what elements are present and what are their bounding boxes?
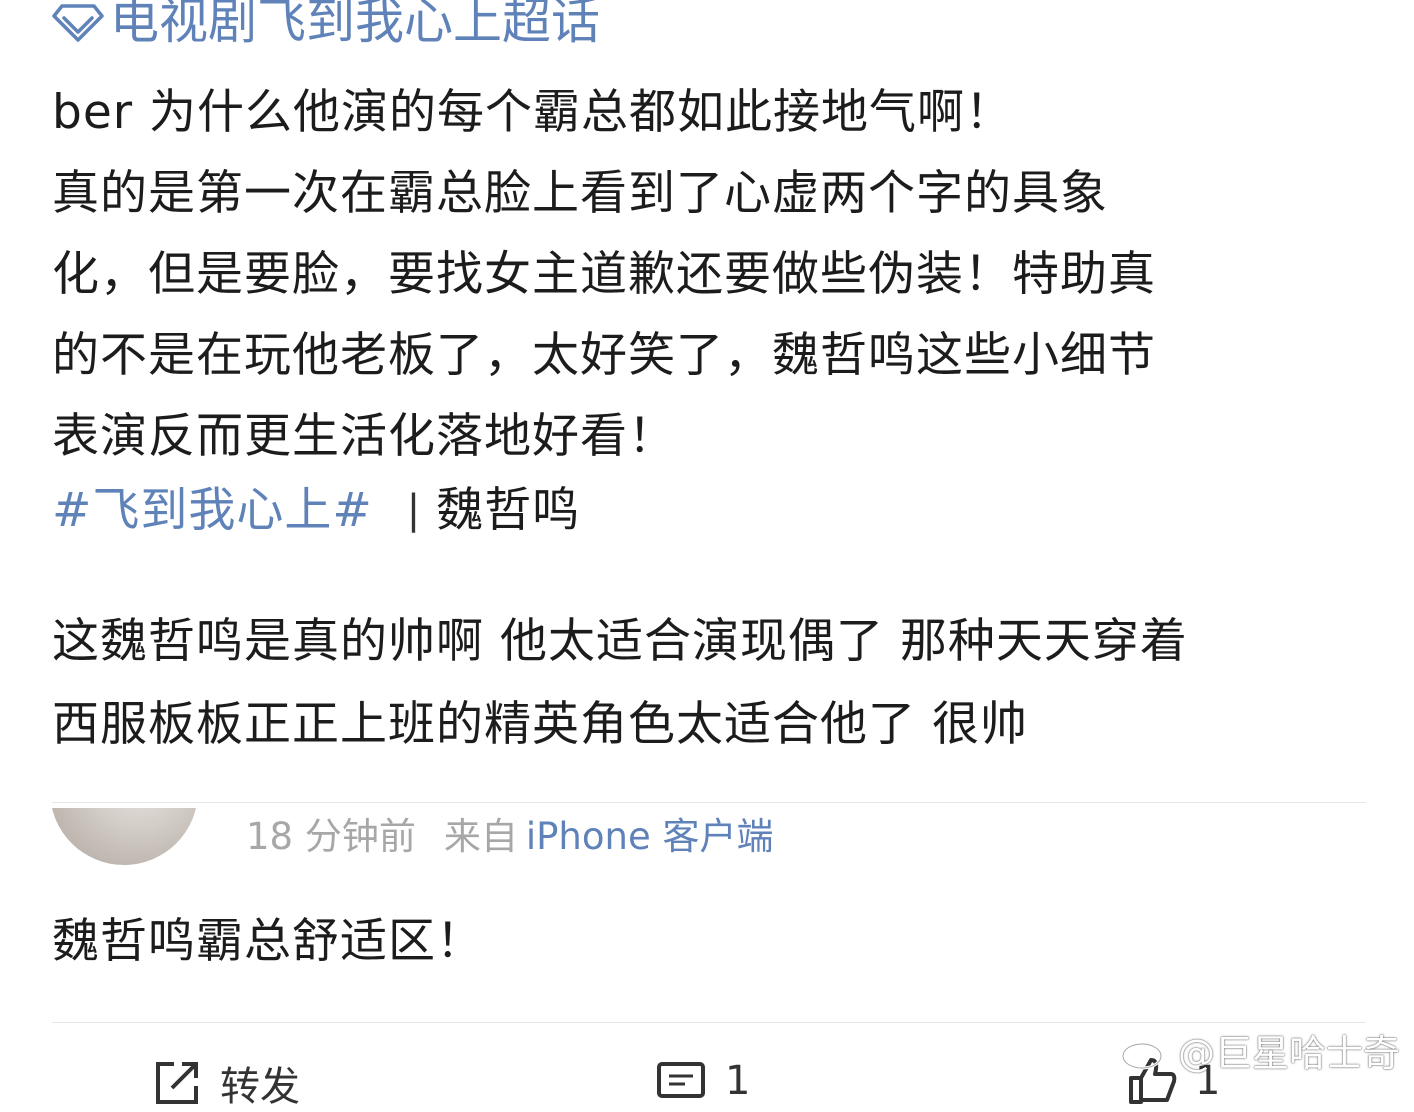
avatar-mask (40, 745, 210, 808)
comment-body: 这魏哲鸣是真的帅啊 他太适合演现偶了 那种天天穿着 西服板板正正上班的精英角色太… (52, 600, 1392, 766)
supertopic-link[interactable]: 电视剧飞到我心上超话 (52, 0, 600, 52)
comment-line: 这魏哲鸣是真的帅啊 他太适合演现偶了 那种天天穿着 (52, 614, 1188, 669)
post-body: ber 为什么他演的每个霸总都如此接地气啊！ 真的是第一次在霸总脸上看到了心虚两… (52, 72, 1382, 477)
post-time: 18 分钟前 (246, 815, 416, 858)
post-tags: #飞到我心上# | 魏哲鸣 (52, 470, 580, 551)
post-line: 表演反而更生活化落地好看！ (52, 409, 676, 464)
hashtag-link[interactable]: #飞到我心上# (52, 470, 373, 551)
repost-label: 转发 (220, 1064, 300, 1110)
post-source-client[interactable]: iPhone 客户端 (526, 806, 774, 860)
divider (52, 802, 1366, 803)
tag-separator: | (406, 487, 421, 533)
watermark-text: @巨星哈士奇 (1178, 1032, 1400, 1075)
repost-button[interactable]: 转发 (150, 1054, 300, 1112)
repost-icon (156, 1062, 198, 1104)
comment-button[interactable]: 1 (655, 1054, 750, 1108)
comment-count: 1 (725, 1058, 751, 1104)
comment-line: 西服板板正正上班的精英角色太适合他了 很帅 (52, 697, 1028, 752)
diamond-icon (52, 4, 104, 42)
mention-name: 魏哲鸣 (436, 483, 581, 538)
supertopic-label: 电视剧飞到我心上超话 (110, 0, 601, 50)
post-line: 的不是在玩他老板了，太好笑了，魏哲鸣这些小细节 (52, 328, 1156, 383)
weibo-logo-icon (1121, 1034, 1170, 1070)
watermark: @巨星哈士奇 (1120, 1022, 1400, 1078)
post-meta: 18 分钟前 来自 iPhone 客户端 (246, 806, 774, 860)
reply-text: 魏哲鸣霸总舒适区！ (52, 914, 484, 969)
post-line: ber 为什么他演的每个霸总都如此接地气啊！ (52, 85, 1014, 140)
post-line: 真的是第一次在霸总脸上看到了心虚两个字的具象 (52, 166, 1108, 221)
post-line: 化，但是要脸，要找女主道歉还要做些伪装！特助真 (52, 247, 1156, 302)
post-source-prefix: 来自 (443, 815, 518, 858)
comment-icon (657, 1062, 705, 1098)
